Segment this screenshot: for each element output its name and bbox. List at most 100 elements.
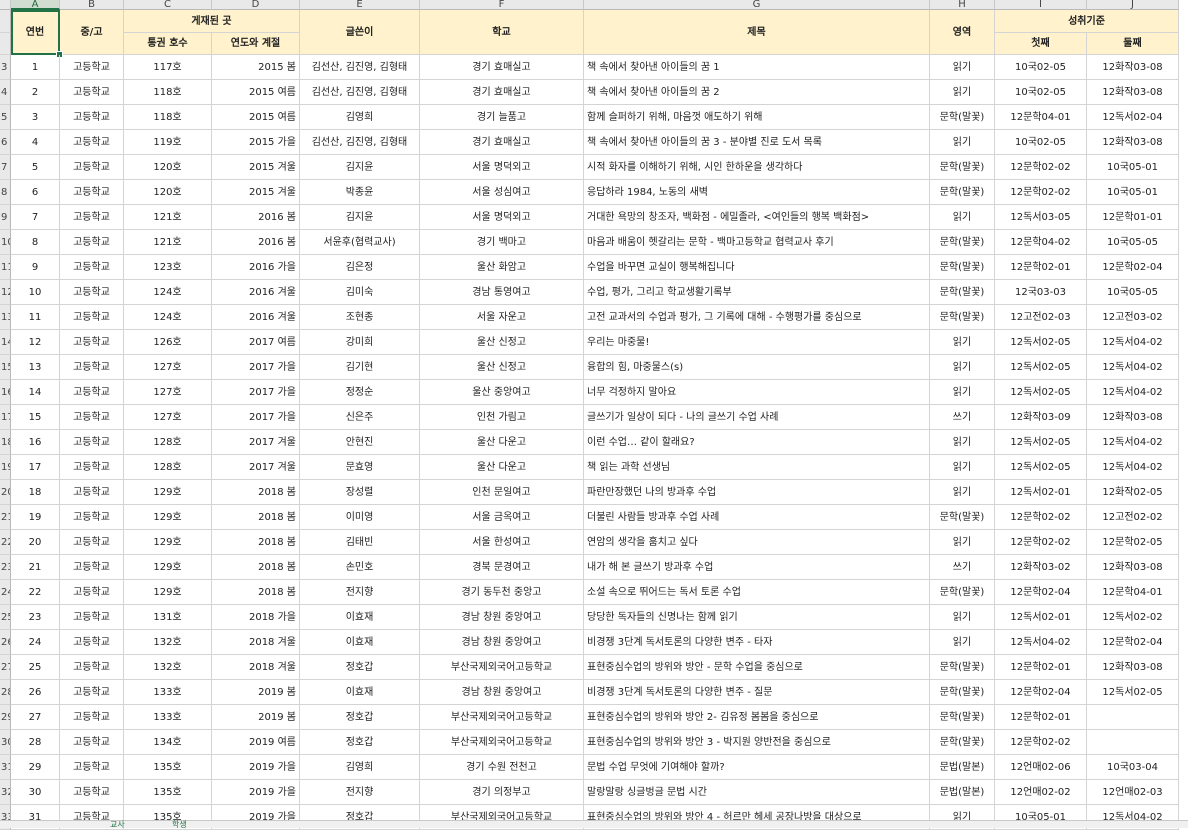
cell-number[interactable]: 29	[11, 755, 60, 780]
cell-issue[interactable]: 121호	[124, 205, 212, 230]
cell-title[interactable]: 우리는 마중물!	[584, 330, 930, 355]
cell-level[interactable]: 고등학교	[60, 580, 124, 605]
cell-standard-second[interactable]: 12화작03-08	[1087, 130, 1179, 155]
cell-year-season[interactable]: 2019 봄	[212, 680, 300, 705]
cell-standard-first[interactable]: 12문학02-02	[995, 155, 1087, 180]
cell-issue[interactable]: 132호	[124, 655, 212, 680]
cell-standard-first[interactable]: 12문학02-02	[995, 180, 1087, 205]
cell-number[interactable]: 16	[11, 430, 60, 455]
cell-title[interactable]: 내가 해 본 글쓰기 방과후 수업	[584, 555, 930, 580]
cell-year-season[interactable]: 2018 봄	[212, 580, 300, 605]
cell-level[interactable]: 고등학교	[60, 55, 124, 80]
cell-level[interactable]: 고등학교	[60, 455, 124, 480]
row-header[interactable]: 29	[0, 705, 11, 730]
cell-author[interactable]: 정정순	[300, 380, 420, 405]
header-cell-title[interactable]: 제목	[584, 10, 930, 55]
cell-author[interactable]: 이효재	[300, 630, 420, 655]
cell-title[interactable]: 글쓰기가 일상이 되다 - 나의 글쓰기 수업 사례	[584, 405, 930, 430]
cell-area[interactable]: 문학(말꽃)	[930, 580, 995, 605]
cell-standard-first[interactable]: 12문학04-02	[995, 230, 1087, 255]
cell-issue[interactable]: 124호	[124, 305, 212, 330]
cell-school[interactable]: 서울 금옥여고	[420, 505, 584, 530]
cell-level[interactable]: 고등학교	[60, 205, 124, 230]
cell-author[interactable]: 김기현	[300, 355, 420, 380]
cell-standard-first[interactable]: 12문학02-04	[995, 580, 1087, 605]
cell-standard-second[interactable]: 12독서04-02	[1087, 380, 1179, 405]
cell-title[interactable]: 책 속에서 찾아낸 아이들의 꿈 3 - 분야별 진로 도서 목록	[584, 130, 930, 155]
cell-school[interactable]: 서울 명덕외고	[420, 155, 584, 180]
cell-standard-first[interactable]: 12독서02-05	[995, 380, 1087, 405]
cell-standard-second[interactable]: 12화작02-05	[1087, 480, 1179, 505]
cell-standard-second[interactable]: 12독서02-02	[1087, 605, 1179, 630]
cell-school[interactable]: 경남 창원 중앙여고	[420, 630, 584, 655]
cell-number[interactable]: 28	[11, 730, 60, 755]
cell-year-season[interactable]: 2015 가을	[212, 130, 300, 155]
cell-author[interactable]: 김은정	[300, 255, 420, 280]
cell-school[interactable]: 울산 다운고	[420, 430, 584, 455]
cell-author[interactable]: 이미영	[300, 505, 420, 530]
column-header-b[interactable]: B	[60, 0, 124, 10]
cell-year-season[interactable]: 2016 봄	[212, 205, 300, 230]
cell-standard-first[interactable]: 12독서02-05	[995, 430, 1087, 455]
column-header-j[interactable]: J	[1087, 0, 1179, 10]
cell-level[interactable]: 고등학교	[60, 380, 124, 405]
cell-level[interactable]: 고등학교	[60, 780, 124, 805]
cell-school[interactable]: 울산 신정고	[420, 330, 584, 355]
cell-year-season[interactable]: 2018 봄	[212, 555, 300, 580]
cell-standard-second[interactable]: 12독서04-02	[1087, 330, 1179, 355]
row-header[interactable]: 30	[0, 730, 11, 755]
cell-number[interactable]: 3	[11, 105, 60, 130]
row-header[interactable]: 6	[0, 130, 11, 155]
cell-issue[interactable]: 135호	[124, 780, 212, 805]
cell-title[interactable]: 책 속에서 찾아낸 아이들의 꿈 2	[584, 80, 930, 105]
row-header[interactable]: 9	[0, 205, 11, 230]
cell-issue[interactable]: 121호	[124, 230, 212, 255]
row-header[interactable]: 7	[0, 155, 11, 180]
cell-school[interactable]: 부산국제외국어고등학교	[420, 730, 584, 755]
cell-author[interactable]: 박종윤	[300, 180, 420, 205]
cell-school[interactable]: 울산 화암고	[420, 255, 584, 280]
cell-title[interactable]: 수업, 평가, 그리고 학교생활기록부	[584, 280, 930, 305]
header-cell-year-season[interactable]: 연도와 계절	[212, 33, 300, 55]
cell-number[interactable]: 23	[11, 605, 60, 630]
cell-level[interactable]: 고등학교	[60, 730, 124, 755]
cell-title[interactable]: 책 속에서 찾아낸 아이들의 꿈 1	[584, 55, 930, 80]
cell-standard-first[interactable]: 12독서02-01	[995, 480, 1087, 505]
cell-standard-second[interactable]: 12문학01-01	[1087, 205, 1179, 230]
cell-level[interactable]: 고등학교	[60, 705, 124, 730]
cell-issue[interactable]: 135호	[124, 755, 212, 780]
cell-standard-second[interactable]: 12고전02-02	[1087, 505, 1179, 530]
cell-standard-second[interactable]: 12화작03-08	[1087, 555, 1179, 580]
cell-title[interactable]: 시적 화자를 이해하기 위해, 시인 한하운을 생각하다	[584, 155, 930, 180]
cell-standard-first[interactable]: 12언매02-06	[995, 755, 1087, 780]
cell-level[interactable]: 고등학교	[60, 305, 124, 330]
cell-school[interactable]: 경기 늘품고	[420, 105, 584, 130]
cell-title[interactable]: 소설 속으로 뛰어드는 독서 토론 수업	[584, 580, 930, 605]
cell-year-season[interactable]: 2018 겨울	[212, 630, 300, 655]
header-cell-author[interactable]: 글쓴이	[300, 10, 420, 55]
cell-standard-second[interactable]: 10국05-05	[1087, 280, 1179, 305]
cell-standard-second[interactable]: 12독서02-05	[1087, 680, 1179, 705]
cell-issue[interactable]: 123호	[124, 255, 212, 280]
cell-level[interactable]: 고등학교	[60, 355, 124, 380]
cell-issue[interactable]: 117호	[124, 55, 212, 80]
header-cell-first[interactable]: 첫째	[995, 33, 1087, 55]
cell-number[interactable]: 9	[11, 255, 60, 280]
cell-year-season[interactable]: 2019 봄	[212, 705, 300, 730]
cell-year-season[interactable]: 2015 겨울	[212, 155, 300, 180]
cell-title[interactable]: 표현중심수업의 방위와 방안 2- 김유정 봄봄을 중심으로	[584, 705, 930, 730]
cell-standard-second[interactable]: 10국05-01	[1087, 155, 1179, 180]
cell-year-season[interactable]: 2018 가을	[212, 605, 300, 630]
cell-issue[interactable]: 131호	[124, 605, 212, 630]
cell-year-season[interactable]: 2018 봄	[212, 505, 300, 530]
cell-author[interactable]: 신은주	[300, 405, 420, 430]
cell-school[interactable]: 부산국제외국어고등학교	[420, 705, 584, 730]
cell-level[interactable]: 고등학교	[60, 405, 124, 430]
cell-school[interactable]: 경기 의정부고	[420, 780, 584, 805]
cell-issue[interactable]: 119호	[124, 130, 212, 155]
cell-standard-first[interactable]: 12문학02-02	[995, 730, 1087, 755]
cell-school[interactable]: 서울 명덕외고	[420, 205, 584, 230]
cell-title[interactable]: 응답하라 1984, 노동의 새벽	[584, 180, 930, 205]
select-all-corner[interactable]	[0, 0, 11, 10]
cell-area[interactable]: 문법(말본)	[930, 780, 995, 805]
